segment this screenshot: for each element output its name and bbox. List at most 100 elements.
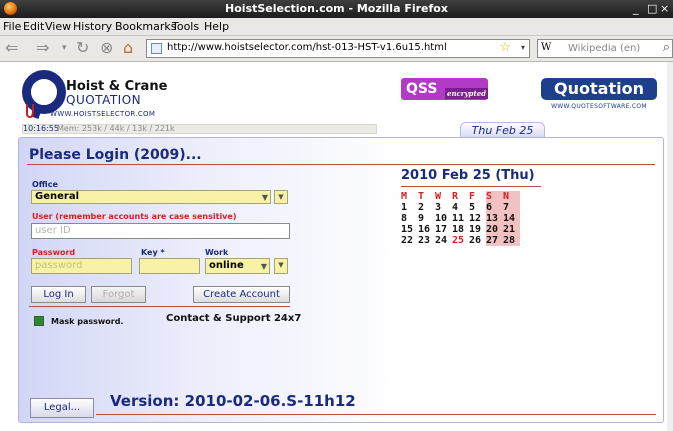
office-value: General [35, 191, 79, 202]
work-spin-icon[interactable]: ▼ [274, 258, 288, 274]
maximize-button[interactable]: □ [647, 2, 657, 15]
calendar-day[interactable]: 1 [401, 202, 418, 213]
quotation-url: WWW.QUOTESOFTWARE.COM [551, 103, 647, 110]
history-dropdown-icon[interactable]: ▾ [62, 39, 67, 57]
calendar-day[interactable]: 27 [486, 235, 503, 246]
calendar-week-row: 1234567 [401, 202, 520, 213]
calendar-day[interactable]: 5 [469, 202, 486, 213]
calendar-day[interactable]: 26 [469, 235, 486, 246]
search-engine-icon[interactable]: W [541, 42, 551, 53]
calendar-week-row: 22 23 24 25 26 27 28 [401, 235, 520, 246]
url-text: http://www.hoistselector.com/hst-013-HST… [167, 42, 447, 53]
menu-edit[interactable]: Edit [23, 20, 44, 33]
calendar-day[interactable]: 3 [435, 202, 452, 213]
mask-password-label: Mask password. [51, 317, 124, 326]
forward-arrow-icon[interactable]: ⇒ [36, 39, 49, 57]
memory-readout: Mem: 253k / 44k / 13k / 221k [57, 124, 175, 133]
menu-bar: File Edit View History Bookmarks Tools H… [0, 18, 673, 36]
status-strip: 10:16:55 Mem: 253k / 44k / 13k / 221k [22, 124, 377, 134]
calendar-day[interactable]: 7 [503, 202, 520, 213]
key-label: Key * [141, 248, 165, 257]
stop-icon[interactable]: ⊗ [100, 39, 113, 57]
calendar-divider [401, 186, 541, 187]
url-bar[interactable]: http://www.hoistselector.com/hst-013-HST… [146, 39, 530, 58]
office-select[interactable]: General ▼ [31, 190, 271, 204]
chevron-down-icon: ▼ [261, 193, 268, 202]
login-panel [18, 137, 664, 423]
back-arrow-icon[interactable]: ⇐ [5, 39, 18, 57]
bookmark-star-icon[interactable]: ☆ [499, 40, 511, 55]
user-label: User (remember accounts are case sensiti… [32, 212, 237, 221]
navigation-toolbar: ⇐ ⇒ ▾ ↻ ⊗ ⌂ http://www.hoistselector.com… [0, 36, 673, 62]
page-favicon-icon [151, 43, 162, 54]
scrollbar[interactable] [667, 62, 673, 431]
minimize-button[interactable]: _ [633, 2, 639, 15]
calendar-day[interactable]: 2 [418, 202, 435, 213]
window-title: HoistSelection.com - Mozilla Firefox [225, 2, 448, 15]
calendar-grid: M T W R F S N 1 2 3 4 5 6 7 8 9 10 11 12 13 14 15 16 17 18 19 20 21… [401, 191, 520, 246]
menu-view[interactable]: View [45, 20, 71, 33]
url-dropdown-icon[interactable]: ▾ [521, 43, 525, 52]
logo-subtitle: QUOTATION [66, 93, 142, 107]
menu-history[interactable]: History [73, 20, 112, 33]
contact-support-link[interactable]: Contact & Support 24x7 [166, 313, 301, 324]
calendar-day[interactable]: 15 [401, 224, 418, 235]
clock: 10:16:55 [23, 124, 59, 133]
calendar-day[interactable]: 12 [469, 213, 486, 224]
calendar-day[interactable]: 18 [452, 224, 469, 235]
calendar-day[interactable]: 9 [418, 213, 435, 224]
version-text: Version: 2010-02-06.S-11h12 [110, 392, 356, 410]
menu-bookmarks[interactable]: Bookmarks [115, 20, 176, 33]
search-icon[interactable]: ⌕ [663, 40, 670, 55]
close-button[interactable]: × [660, 2, 669, 15]
forgot-button[interactable]: Forgot [91, 286, 146, 303]
calendar-day[interactable]: 16 [418, 224, 435, 235]
calendar-day[interactable]: 13 [486, 213, 503, 224]
encrypted-key-icon: encrypted [445, 88, 489, 99]
calendar-day[interactable]: 28 [503, 235, 520, 246]
logo-url: WWW.HOISTSELECTOR.COM [50, 110, 156, 118]
work-select[interactable]: online ▼ [205, 258, 270, 274]
user-id-input[interactable]: user ID [31, 223, 290, 239]
calendar-day[interactable]: 21 [503, 224, 520, 235]
calendar-day[interactable]: 22 [401, 235, 418, 246]
menu-tools[interactable]: Tools [172, 20, 199, 33]
search-bar[interactable]: W Wikipedia (en) ⌕ [537, 39, 673, 58]
calendar-weekday: R [452, 191, 459, 202]
calendar-day[interactable]: 4 [452, 202, 469, 213]
legal-button[interactable]: Legal... [30, 398, 94, 418]
calendar-day[interactable]: 23 [418, 235, 435, 246]
page-title: Please Login (2009)... [29, 147, 202, 163]
crane-hook-icon [26, 104, 34, 118]
login-button[interactable]: Log In [31, 286, 86, 303]
calendar-day[interactable]: 24 [435, 235, 452, 246]
calendar-day[interactable]: 17 [435, 224, 452, 235]
calendar-day[interactable]: 10 [435, 213, 452, 224]
mask-password-checkbox[interactable] [34, 316, 44, 326]
menu-file[interactable]: File [3, 20, 21, 33]
calendar-day[interactable]: 11 [452, 213, 469, 224]
calendar-day[interactable]: 6 [486, 202, 503, 213]
calendar-day[interactable]: 8 [401, 213, 418, 224]
calendar-week-row: 15 16 17 18 19 20 21 [401, 224, 520, 235]
calendar-weekday: S [486, 191, 503, 202]
qss-encrypted-badge: QSS encrypted [401, 78, 489, 100]
calendar-weekday: M [401, 191, 408, 202]
calendar-day[interactable]: 19 [469, 224, 486, 235]
reload-icon[interactable]: ↻ [76, 39, 89, 57]
office-label: Office [32, 180, 58, 189]
window-titlebar: HoistSelection.com - Mozilla Firefox _ □… [0, 0, 673, 18]
calendar-day[interactable]: 14 [503, 213, 520, 224]
qss-label: QSS [406, 81, 438, 97]
menu-help[interactable]: Help [204, 20, 229, 33]
home-icon[interactable]: ⌂ [123, 39, 133, 57]
create-account-button[interactable]: Create Account [193, 286, 290, 303]
key-input[interactable] [139, 258, 200, 274]
title-divider [27, 164, 655, 165]
calendar-day[interactable]: 25 [452, 235, 469, 246]
calendar-day[interactable]: 20 [486, 224, 503, 235]
password-label: Password [32, 248, 76, 257]
password-input[interactable]: password [31, 258, 132, 274]
office-spin-icon[interactable]: ▼ [274, 190, 288, 204]
chevron-down-icon: ▼ [260, 262, 267, 271]
